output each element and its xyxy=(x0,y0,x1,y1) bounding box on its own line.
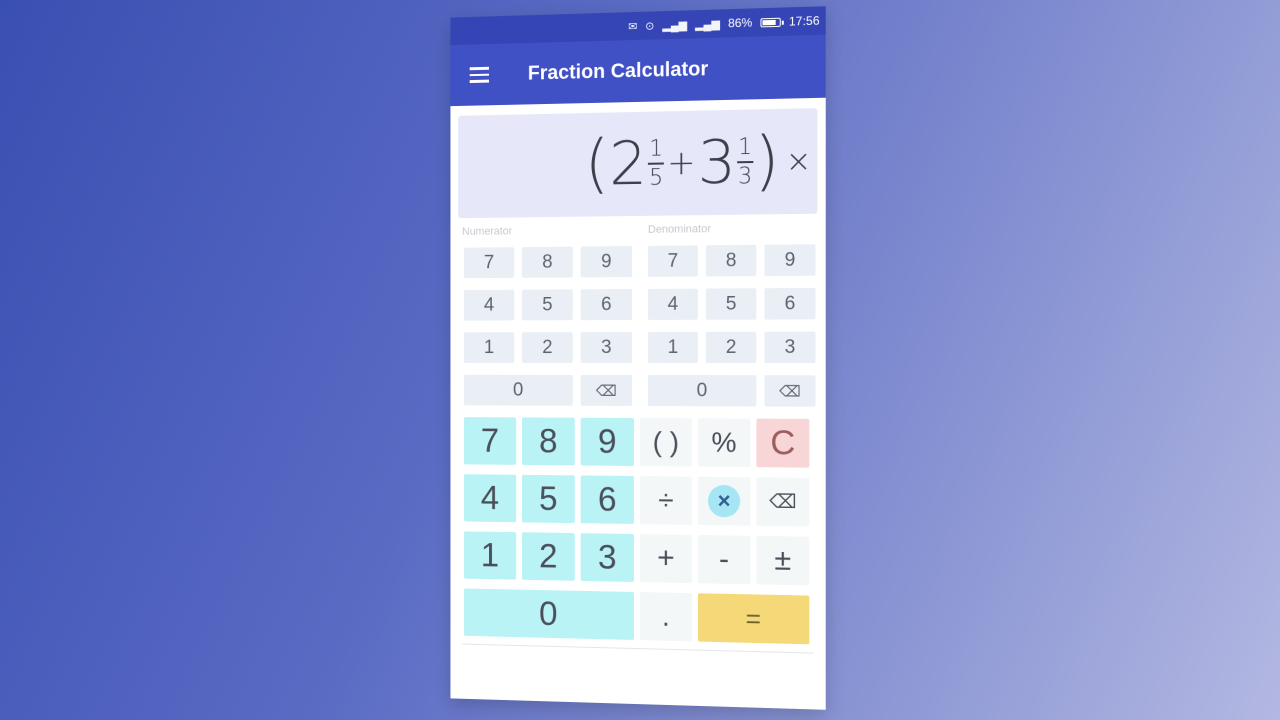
key-8[interactable]: 8 xyxy=(521,417,575,466)
hamburger-menu-icon[interactable] xyxy=(469,63,490,87)
add-button[interactable]: + xyxy=(639,534,692,584)
percent-button[interactable]: % xyxy=(697,418,751,468)
denominator-backspace-icon[interactable]: ⌫ xyxy=(764,375,816,407)
clear-button[interactable]: C xyxy=(756,418,810,468)
equals-button[interactable]: = xyxy=(697,593,810,645)
expression: ( 2 1 5 + 3 1 3 ) × xyxy=(584,124,812,202)
key-0[interactable]: 0 xyxy=(463,588,635,640)
numerator-backspace-icon[interactable]: ⌫ xyxy=(580,374,633,406)
denominator-key-5[interactable]: 5 xyxy=(705,288,757,320)
denominator-key-0[interactable]: 0 xyxy=(647,375,757,407)
numerator-key-6[interactable]: 6 xyxy=(580,289,633,321)
numerator-key-2[interactable]: 2 xyxy=(521,332,573,363)
key-3[interactable]: 3 xyxy=(580,533,635,582)
divide-button[interactable]: ÷ xyxy=(639,476,692,525)
key-7[interactable]: 7 xyxy=(463,417,517,465)
numerator-key-1[interactable]: 1 xyxy=(463,332,515,363)
denominator-key-3[interactable]: 3 xyxy=(764,331,816,364)
close-paren: ) xyxy=(754,124,780,200)
decimal-button[interactable]: . xyxy=(639,592,692,642)
denominator-key-9[interactable]: 9 xyxy=(764,244,816,277)
key-1[interactable]: 1 xyxy=(463,531,517,580)
numerator-key-4[interactable]: 4 xyxy=(463,289,515,321)
backspace-icon[interactable]: ⌫ xyxy=(756,477,810,527)
open-paren: ( xyxy=(584,127,610,202)
subtract-button[interactable]: - xyxy=(697,534,751,585)
clock: 17:56 xyxy=(788,13,820,29)
term1-numerator: 1 xyxy=(649,136,664,162)
denominator-key-2[interactable]: 2 xyxy=(705,331,757,364)
trailing-operator: × xyxy=(785,143,812,180)
key-9[interactable]: 9 xyxy=(580,417,635,466)
denominator-label: Denominator xyxy=(647,223,711,236)
phone-screen: ✉ ⊙ ▂▄▆ ▂▄▆ 86% 17:56 Fraction Calculato… xyxy=(450,6,826,710)
term1-whole: 2 xyxy=(609,128,648,200)
signal-1-icon: ▂▄▆ xyxy=(662,18,688,32)
term1-fraction: 1 5 xyxy=(648,136,665,191)
multiply-selected-indicator: × xyxy=(707,484,741,518)
numerator-key-5[interactable]: 5 xyxy=(521,289,573,321)
fraction-bar xyxy=(648,162,665,165)
denominator-key-1[interactable]: 1 xyxy=(647,331,698,364)
plus-minus-button[interactable]: ± xyxy=(756,535,810,586)
main-keypad: 7 8 9 ( ) % C 4 5 6 ÷ × ⌫ 1 2 3 + - ± 0 … xyxy=(463,417,810,645)
app-title: Fraction Calculator xyxy=(527,57,709,85)
parentheses-button[interactable]: ( ) xyxy=(639,418,692,467)
denominator-key-8[interactable]: 8 xyxy=(705,244,757,277)
numerator-key-9[interactable]: 9 xyxy=(580,246,633,278)
key-2[interactable]: 2 xyxy=(521,532,575,581)
numerator-label: Numerator xyxy=(461,225,513,238)
app-bar: Fraction Calculator xyxy=(450,34,826,107)
denominator-key-4[interactable]: 4 xyxy=(647,288,698,320)
key-6[interactable]: 6 xyxy=(580,475,635,524)
battery-icon xyxy=(760,17,781,27)
message-icon: ✉ xyxy=(628,20,638,33)
numerator-key-8[interactable]: 8 xyxy=(521,246,573,278)
battery-fill xyxy=(762,19,776,25)
term2-fraction: 1 3 xyxy=(737,134,754,190)
expression-display: ( 2 1 5 + 3 1 3 ) × xyxy=(458,108,818,219)
key-4[interactable]: 4 xyxy=(463,474,517,523)
battery-percent: 86% xyxy=(727,15,753,31)
expression-operator: + xyxy=(667,142,696,184)
denominator-keypad: 7 8 9 4 5 6 1 2 3 0 ⌫ xyxy=(647,244,816,407)
denominator-key-6[interactable]: 6 xyxy=(764,287,816,320)
term2-denominator: 3 xyxy=(738,164,753,190)
signal-2-icon: ▂▄▆ xyxy=(695,17,720,31)
term1-denominator: 5 xyxy=(649,165,664,191)
term2-whole: 3 xyxy=(697,126,737,199)
numerator-key-0[interactable]: 0 xyxy=(463,374,573,406)
term2-numerator: 1 xyxy=(738,134,753,161)
denominator-key-7[interactable]: 7 xyxy=(647,245,698,277)
numerator-key-3[interactable]: 3 xyxy=(580,332,633,363)
fraction-bar xyxy=(737,160,754,164)
keypad-divider xyxy=(461,643,814,654)
numerator-keypad: 7 8 9 4 5 6 1 2 3 0 ⌫ xyxy=(463,246,633,406)
location-icon: ⊙ xyxy=(645,19,655,33)
key-5[interactable]: 5 xyxy=(521,474,575,524)
multiply-button[interactable]: × xyxy=(697,476,751,526)
numerator-key-7[interactable]: 7 xyxy=(463,247,515,279)
